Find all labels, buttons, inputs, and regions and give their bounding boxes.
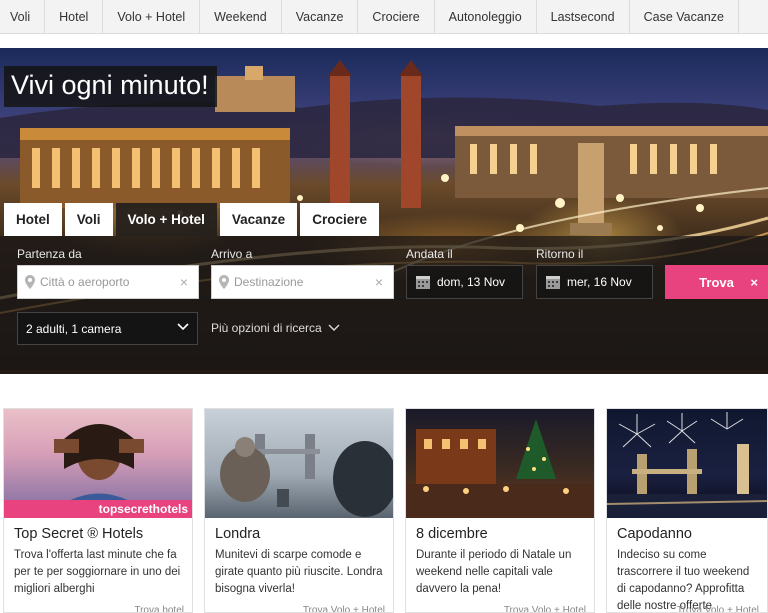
chevron-down-icon [177, 323, 189, 331]
card-capodanno[interactable]: Capodanno Indeciso su come trascorrere i… [606, 408, 768, 613]
tab-vacanze[interactable]: Vacanze [219, 203, 298, 236]
hero-title: Vivi ogni minuto! [4, 66, 217, 107]
guests-select[interactable]: 2 adulti, 1 camera [17, 312, 198, 345]
depart-date-value: dom, 13 Nov [437, 275, 506, 289]
to-field[interactable]: Destinazione × [211, 265, 394, 299]
card-title: Top Secret ® Hotels [14, 526, 144, 542]
search-panel [0, 236, 768, 370]
card-title: Londra [215, 526, 261, 542]
card-desc: Indeciso su come trascorrere il tuo week… [617, 549, 750, 612]
nav-item-weekend[interactable]: Weekend [200, 0, 282, 34]
chevron-down-icon [328, 324, 340, 331]
return-date-field[interactable]: mer, 16 Nov [536, 265, 653, 299]
guests-value: 2 adulti, 1 camera [26, 321, 122, 336]
depart-date-field[interactable]: dom, 13 Nov [406, 265, 523, 299]
christmas-market-image [406, 419, 594, 518]
more-options-link[interactable]: Più opzioni di ricerca [211, 321, 340, 335]
from-placeholder: Città o aeroporto [40, 275, 130, 289]
nav-item-voli[interactable]: Voli [0, 0, 46, 34]
location-pin-icon [219, 275, 229, 289]
nav-item-lastsecond[interactable]: Lastsecond [537, 0, 630, 34]
tab-voli[interactable]: Voli [64, 203, 113, 236]
clear-icon[interactable]: × [375, 274, 383, 290]
top-nav: Voli Hotel Volo + Hotel Weekend Vacanze … [0, 0, 768, 34]
nav-item-vacanze[interactable]: Vacanze [282, 0, 359, 34]
london-photo-image [220, 434, 393, 517]
card-desc: Durante il periodo di Natale un weekend … [416, 549, 572, 595]
fireworks-london-image [607, 412, 767, 518]
to-label: Arrivo a [211, 247, 253, 261]
close-icon: × [750, 274, 758, 290]
tab-hotel[interactable]: Hotel [4, 203, 62, 236]
tab-volo-hotel[interactable]: Volo + Hotel [115, 203, 217, 236]
location-pin-icon [25, 275, 35, 289]
search-button[interactable]: Trova × [665, 265, 768, 299]
to-placeholder: Destinazione [234, 275, 304, 289]
nav-item-case-vacanze[interactable]: Case Vacanze [630, 0, 739, 34]
topsecret-badge: topsecrethotels [4, 500, 192, 518]
nav-item-volo-hotel[interactable]: Volo + Hotel [103, 0, 201, 34]
return-label: Ritorno il [536, 247, 584, 261]
search-button-label: Trova [699, 274, 734, 290]
card-image [406, 409, 594, 518]
card-desc: Munitevi di scarpe comode e girate quant… [215, 549, 383, 595]
clear-icon[interactable]: × [180, 274, 188, 290]
from-field[interactable]: Città o aeroporto × [17, 265, 199, 299]
search-tabs: Hotel Voli Volo + Hotel Vacanze Crociere [4, 203, 379, 236]
more-options-label: Più opzioni di ricerca [211, 321, 322, 335]
card-8-dicembre[interactable]: 8 dicembre Durante il periodo di Natale … [405, 408, 595, 613]
card-link[interactable]: Trova Volo + Hotel [303, 605, 385, 612]
card-londra[interactable]: Londra Munitevi di scarpe comode e girat… [204, 408, 394, 613]
calendar-icon [546, 276, 560, 289]
nav-item-autonoleggio[interactable]: Autonoleggio [435, 0, 537, 34]
nav-item-crociere[interactable]: Crociere [358, 0, 435, 34]
from-label: Partenza da [17, 247, 82, 261]
card-image [205, 409, 393, 518]
card-link[interactable]: Trova Volo + Hotel [504, 605, 586, 612]
card-title: Capodanno [617, 526, 692, 542]
card-link[interactable]: Trova hotel [134, 605, 184, 612]
card-image [607, 409, 767, 518]
calendar-icon [416, 276, 430, 289]
tab-crociere[interactable]: Crociere [300, 203, 379, 236]
nav-item-hotel[interactable]: Hotel [45, 0, 104, 34]
depart-label: Andata il [406, 247, 453, 261]
card-desc: Trova l'offerta last minute che fa per t… [14, 549, 181, 595]
card-link[interactable]: Trova Volo + Hotel [677, 605, 759, 612]
card-image: topsecrethotels [4, 409, 192, 518]
card-top-secret-hotels[interactable]: topsecrethotels Top Secret ® Hotels Trov… [3, 408, 193, 613]
card-title: 8 dicembre [416, 526, 488, 542]
return-date-value: mer, 16 Nov [567, 275, 632, 289]
